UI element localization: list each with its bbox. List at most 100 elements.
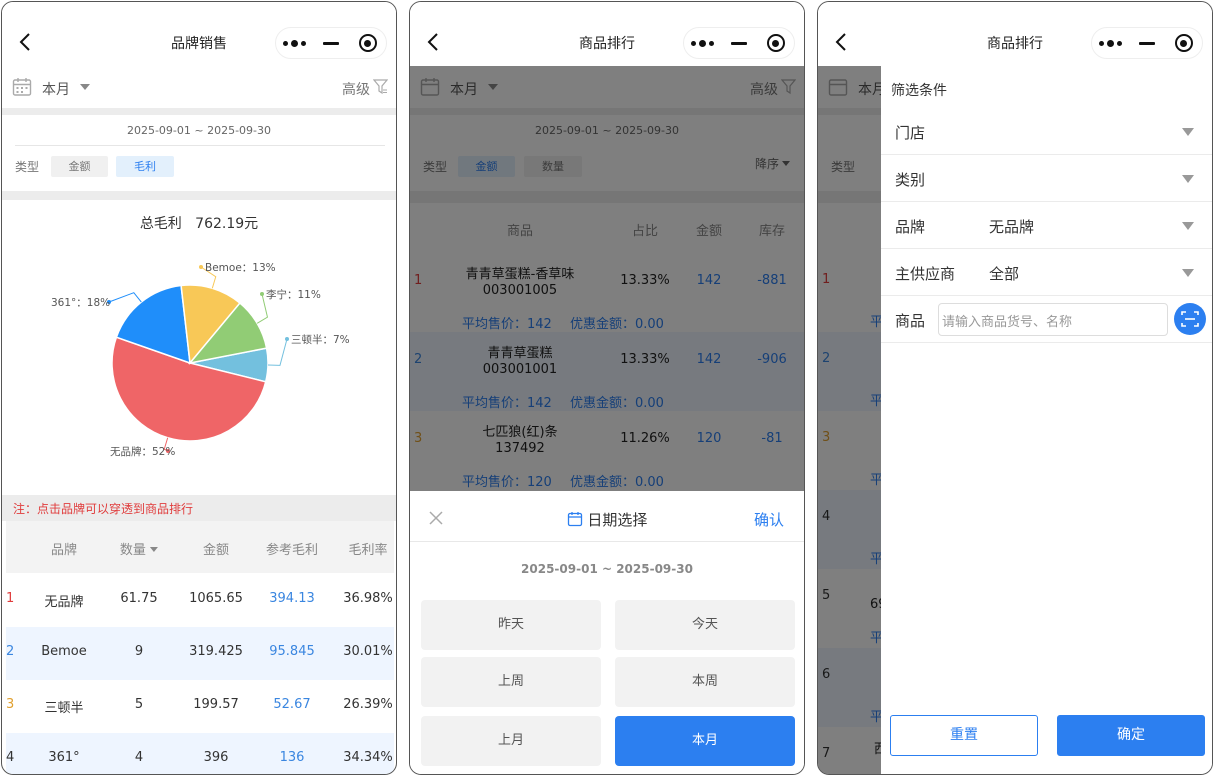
drawer-overlay[interactable]	[818, 66, 881, 774]
minimize-button[interactable]	[1129, 28, 1166, 58]
pie-leader-dot	[199, 265, 203, 269]
nav-bar: 品牌销售	[2, 2, 396, 66]
scan-button[interactable]	[1174, 303, 1206, 335]
minus-icon	[1139, 41, 1155, 45]
field-value: 无品牌	[989, 218, 1035, 236]
date-picker-sheet: 日期选择 确认 2025-09-01 ~ 2025-09-30 昨天 今天 上周…	[410, 491, 804, 774]
dropdown-triangle-icon	[1182, 175, 1194, 183]
type-profit-chip[interactable]: 毛利	[116, 156, 174, 177]
scan-icon	[1181, 311, 1199, 327]
table-row[interactable]: 4 361° 4 396 136 34.34%	[6, 733, 394, 774]
close-miniprogram-button[interactable]	[349, 28, 386, 58]
table-row[interactable]: 2 Bemoe 9 319.425 95.845 30.01%	[6, 627, 394, 680]
cell-rate: 30.01%	[343, 644, 393, 659]
more-dots-icon	[690, 39, 714, 47]
cell-qty: 5	[134, 697, 144, 712]
modal-overlay[interactable]	[410, 66, 804, 491]
divider	[410, 541, 804, 542]
filter-drawer: 筛选条件 门店 类别 品牌 无品牌 主供应商 全部 商品 请输入商品货号、名称	[881, 66, 1212, 774]
calendar-icon[interactable]	[12, 77, 32, 97]
dropdown-triangle-icon	[1182, 269, 1194, 277]
cell-brand: Bemoe	[41, 644, 87, 659]
dropdown-triangle-icon	[1182, 222, 1194, 230]
date-range: 2025-09-01 ~ 2025-09-30	[126, 124, 272, 137]
product-filter: 商品 请输入商品货号、名称	[881, 296, 1212, 343]
minimize-button[interactable]	[721, 28, 758, 58]
total-profit: 总毛利 762.19元	[2, 213, 396, 233]
dropdown-triangle-icon	[1182, 128, 1194, 136]
type-amount-chip[interactable]: 金额	[51, 156, 108, 177]
cell-amount: 396	[203, 750, 229, 765]
pie-label: 李宁：11%	[266, 288, 321, 301]
pie-leader-dot	[285, 337, 289, 341]
table-header: 品牌 数量 金额 参考毛利 毛利率	[6, 521, 394, 573]
more-dots-icon	[1098, 39, 1122, 47]
quick-today-button[interactable]: 今天	[615, 600, 795, 650]
cell-brand: 361°	[48, 750, 80, 765]
drill-through-note: 注：点击品牌可以穿透到商品排行	[2, 495, 396, 521]
nav-bar: 商品排行	[818, 2, 1212, 66]
confirm-button[interactable]: 确认	[754, 509, 784, 530]
store-filter[interactable]: 门店	[881, 108, 1212, 155]
quick-last-week-button[interactable]: 上周	[421, 657, 601, 707]
rank-number: 1	[6, 591, 15, 606]
filter-funnel-icon[interactable]	[373, 79, 388, 95]
pie-label: 361°：18%	[51, 297, 110, 309]
field-label: 主供应商	[895, 265, 956, 283]
category-filter[interactable]: 类别	[881, 155, 1212, 202]
minus-icon	[731, 41, 747, 45]
cell-rate: 34.34%	[343, 750, 393, 765]
supplier-filter[interactable]: 主供应商 全部	[881, 249, 1212, 296]
quick-this-month-button[interactable]: 本月	[615, 716, 795, 766]
divider	[2, 108, 396, 115]
cell-amount: 1065.65	[189, 591, 243, 606]
divider	[2, 191, 396, 200]
cell-rate: 26.39%	[343, 697, 393, 712]
more-menu-button[interactable]	[276, 28, 313, 58]
cell-brand: 无品牌	[44, 595, 84, 610]
quick-yesterday-button[interactable]: 昨天	[421, 600, 601, 650]
period-selector[interactable]: 本月	[42, 79, 70, 99]
quick-last-month-button[interactable]: 上月	[421, 716, 601, 766]
quick-this-week-button[interactable]: 本周	[615, 657, 795, 707]
close-miniprogram-button[interactable]	[757, 28, 794, 58]
pie-label: 三顿半：7%	[291, 333, 350, 346]
reset-button[interactable]: 重置	[890, 715, 1038, 756]
drawer-heading: 筛选条件	[891, 83, 947, 99]
col-qty[interactable]: 数量	[120, 539, 159, 558]
divider	[15, 145, 385, 146]
cell-profit: 95.845	[269, 644, 315, 659]
minimize-button[interactable]	[313, 28, 350, 58]
cell-profit: 52.67	[273, 697, 311, 712]
selected-range: 2025-09-01 ~ 2025-09-30	[521, 562, 693, 576]
confirm-button[interactable]: 确定	[1057, 715, 1205, 756]
col-brand: 品牌	[50, 543, 78, 558]
more-menu-button[interactable]	[1092, 28, 1129, 58]
brand-profit-pie-chart[interactable]: 三顿半：7% 无品牌：52% 361°：18% Bemoe：13% 李宁：11%	[2, 252, 397, 482]
close-miniprogram-button[interactable]	[1165, 28, 1202, 58]
field-label: 类别	[895, 171, 926, 189]
cell-profit: 136	[279, 750, 305, 765]
minus-icon	[323, 41, 339, 45]
rank-number: 4	[6, 750, 15, 765]
field-label: 商品	[895, 312, 926, 330]
advanced-filter-button[interactable]: 高级	[342, 79, 370, 99]
more-menu-button[interactable]	[684, 28, 721, 58]
product-search-input[interactable]: 请输入商品货号、名称	[938, 303, 1168, 336]
pie-leader-line	[108, 292, 142, 303]
field-label: 品牌	[895, 218, 926, 236]
brand-sales-screen: 品牌销售 本月 高级 2025-09-01 ~ 2025-09-30 类型 金额…	[1, 1, 397, 775]
cell-rate: 36.98%	[343, 591, 393, 606]
cell-qty: 61.75	[120, 591, 158, 606]
type-label: 类型	[15, 160, 40, 174]
brand-filter[interactable]: 品牌 无品牌	[881, 202, 1212, 249]
table-row[interactable]: 3 三顿半 5 199.57 52.67 26.39%	[6, 680, 394, 733]
rank-number: 2	[6, 644, 15, 659]
total-label: 总毛利	[139, 216, 182, 232]
product-ranking-date-screen: 商品排行 本月 高级 2025-09-01 ~ 2025-09-30 类型 金额…	[409, 1, 805, 775]
table-row[interactable]: 1 无品牌 61.75 1065.65 394.13 36.98%	[6, 574, 394, 627]
pie-leader-dot	[260, 292, 264, 296]
product-ranking-filter-screen: 商品排行 本月 类型 1 2 3 4 5 6 7 平 平 平 平 69 平 平 …	[817, 1, 1213, 775]
chevron-down-icon[interactable]	[80, 84, 90, 90]
more-dots-icon	[282, 39, 306, 47]
